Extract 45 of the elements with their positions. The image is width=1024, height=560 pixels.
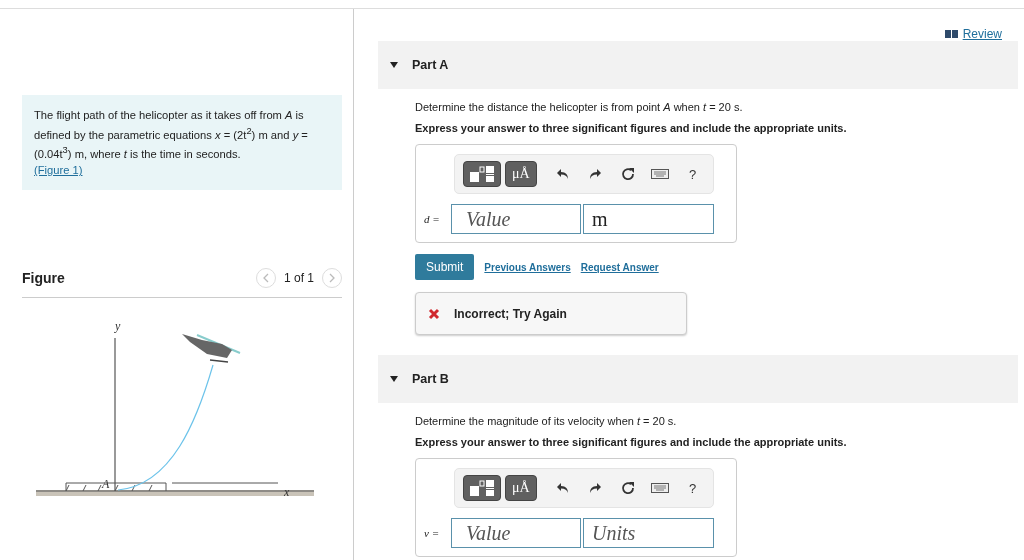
cross-icon — [428, 308, 440, 320]
point-label: A — [102, 477, 110, 492]
chevron-right-icon — [329, 273, 335, 284]
question-text: Determine the distance the helicopter is from point A when t = 20 s. — [415, 101, 744, 113]
undo-icon — [555, 482, 570, 494]
figure-title: Figure — [22, 270, 65, 287]
review-link[interactable]: Review — [944, 27, 1002, 41]
template-button[interactable] — [463, 475, 501, 501]
template-button[interactable] — [463, 161, 501, 187]
chevron-left-icon — [262, 273, 269, 284]
redo-icon — [588, 168, 603, 180]
part-header[interactable]: Part B — [378, 355, 1018, 403]
variable-label: v = — [424, 527, 441, 539]
help-button[interactable]: ? — [678, 475, 707, 501]
help-button[interactable]: ? — [678, 161, 707, 187]
template-icon — [469, 479, 495, 497]
keyboard-icon — [651, 483, 670, 493]
variable-label: d = — [424, 213, 441, 225]
answer-link[interactable]: Previous Answers — [484, 261, 571, 273]
undo-icon — [555, 168, 570, 180]
template-icon — [469, 165, 495, 183]
redo-icon — [588, 482, 603, 494]
page-counter: 1 of 1 — [283, 271, 314, 286]
instruction-text: Express your answer to three significant figures and include the appropriate units. — [415, 436, 848, 448]
y-axis-label: y — [115, 319, 121, 334]
units-button[interactable]: μÅ — [505, 161, 537, 187]
feedback-text: Incorrect; Try Again — [454, 307, 567, 321]
reset-icon — [620, 167, 635, 181]
value-field[interactable]: Value — [451, 518, 581, 548]
part-header[interactable]: Part A — [378, 41, 1018, 89]
x-axis-label: x — [284, 485, 290, 500]
answer-link[interactable]: Request Answer — [580, 261, 659, 273]
book-icon — [944, 30, 958, 38]
figure-link[interactable]: (Figure 1) — [34, 164, 83, 177]
units-button[interactable]: μÅ — [505, 475, 537, 501]
keyboard-icon — [651, 169, 670, 179]
problem-statement: The flight path of the helicopter as it takes off from A is defined by the parametric equations x = (2t$^{2}$) m and y = (0.04t$^{3}$) m, where t is the time in seconds. (Figure 1) — [34, 108, 309, 179]
submit-button[interactable]: Submit — [415, 254, 475, 280]
value-field[interactable]: Value — [451, 204, 581, 234]
question-text: Determine the magnitude of its velocity when t = 20 s. — [415, 415, 678, 427]
instruction-text: Express your answer to three significant figures and include the appropriate units. — [415, 122, 848, 134]
reset-icon — [620, 481, 635, 495]
units-field[interactable]: m — [583, 204, 714, 234]
helicopter-icon — [182, 334, 241, 364]
units-field[interactable]: Units — [583, 518, 714, 548]
